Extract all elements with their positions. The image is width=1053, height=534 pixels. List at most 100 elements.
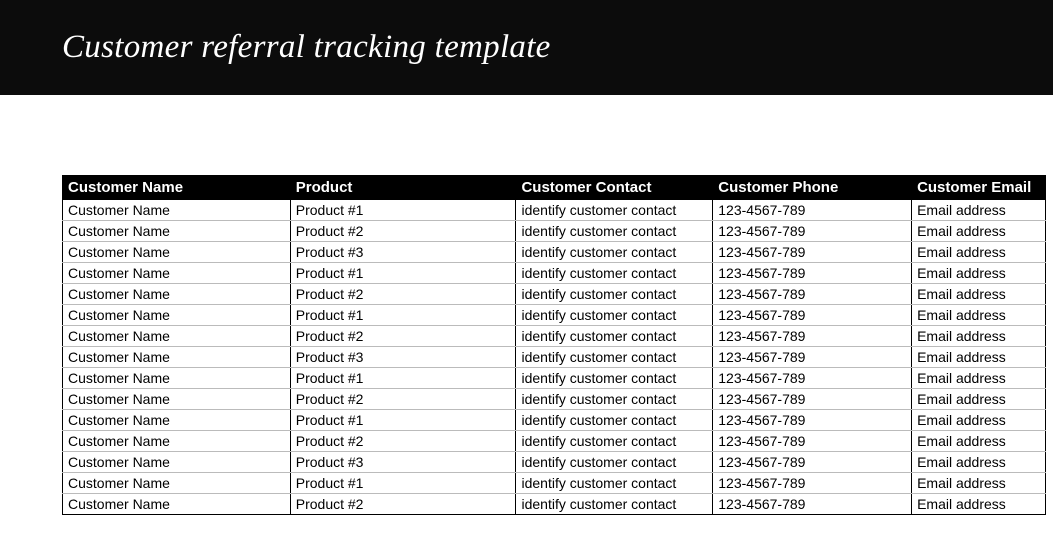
- cell-phone: 123-4567-789: [713, 200, 912, 221]
- table-row: Customer NameProduct #2identify customer…: [63, 431, 1046, 452]
- cell-name: Customer Name: [63, 368, 291, 389]
- cell-contact: identify customer contact: [516, 200, 713, 221]
- cell-product: Product #3: [290, 452, 516, 473]
- table-header-row: Customer Name Product Customer Contact C…: [63, 176, 1046, 200]
- cell-name: Customer Name: [63, 284, 291, 305]
- cell-product: Product #1: [290, 473, 516, 494]
- table-row: Customer NameProduct #1identify customer…: [63, 200, 1046, 221]
- cell-product: Product #2: [290, 284, 516, 305]
- cell-email: Email address: [912, 305, 1046, 326]
- cell-contact: identify customer contact: [516, 452, 713, 473]
- cell-name: Customer Name: [63, 494, 291, 515]
- cell-name: Customer Name: [63, 431, 291, 452]
- cell-product: Product #2: [290, 221, 516, 242]
- cell-name: Customer Name: [63, 347, 291, 368]
- referral-table: Customer Name Product Customer Contact C…: [62, 175, 1046, 515]
- cell-phone: 123-4567-789: [713, 242, 912, 263]
- cell-contact: identify customer contact: [516, 473, 713, 494]
- cell-product: Product #2: [290, 431, 516, 452]
- cell-product: Product #1: [290, 410, 516, 431]
- cell-name: Customer Name: [63, 305, 291, 326]
- cell-phone: 123-4567-789: [713, 347, 912, 368]
- table-container: Customer Name Product Customer Contact C…: [0, 95, 1053, 515]
- cell-product: Product #3: [290, 347, 516, 368]
- col-header-phone: Customer Phone: [713, 176, 912, 200]
- cell-name: Customer Name: [63, 326, 291, 347]
- cell-phone: 123-4567-789: [713, 326, 912, 347]
- table-row: Customer NameProduct #2identify customer…: [63, 284, 1046, 305]
- cell-phone: 123-4567-789: [713, 221, 912, 242]
- cell-contact: identify customer contact: [516, 431, 713, 452]
- col-header-email: Customer Email: [912, 176, 1046, 200]
- cell-contact: identify customer contact: [516, 242, 713, 263]
- cell-name: Customer Name: [63, 452, 291, 473]
- cell-email: Email address: [912, 284, 1046, 305]
- cell-email: Email address: [912, 326, 1046, 347]
- cell-email: Email address: [912, 452, 1046, 473]
- table-row: Customer NameProduct #1identify customer…: [63, 473, 1046, 494]
- cell-product: Product #1: [290, 368, 516, 389]
- cell-contact: identify customer contact: [516, 263, 713, 284]
- cell-name: Customer Name: [63, 242, 291, 263]
- cell-phone: 123-4567-789: [713, 284, 912, 305]
- cell-email: Email address: [912, 347, 1046, 368]
- cell-phone: 123-4567-789: [713, 494, 912, 515]
- cell-email: Email address: [912, 431, 1046, 452]
- cell-phone: 123-4567-789: [713, 431, 912, 452]
- cell-email: Email address: [912, 410, 1046, 431]
- cell-product: Product #1: [290, 305, 516, 326]
- cell-email: Email address: [912, 494, 1046, 515]
- table-row: Customer NameProduct #1identify customer…: [63, 263, 1046, 284]
- cell-phone: 123-4567-789: [713, 473, 912, 494]
- cell-email: Email address: [912, 473, 1046, 494]
- cell-contact: identify customer contact: [516, 305, 713, 326]
- cell-name: Customer Name: [63, 221, 291, 242]
- cell-name: Customer Name: [63, 389, 291, 410]
- col-header-product: Product: [290, 176, 516, 200]
- col-header-name: Customer Name: [63, 176, 291, 200]
- cell-phone: 123-4567-789: [713, 263, 912, 284]
- cell-contact: identify customer contact: [516, 368, 713, 389]
- cell-contact: identify customer contact: [516, 221, 713, 242]
- cell-product: Product #2: [290, 389, 516, 410]
- cell-email: Email address: [912, 263, 1046, 284]
- cell-contact: identify customer contact: [516, 326, 713, 347]
- page-title: Customer referral tracking template: [62, 29, 551, 66]
- cell-product: Product #2: [290, 494, 516, 515]
- cell-name: Customer Name: [63, 410, 291, 431]
- cell-contact: identify customer contact: [516, 494, 713, 515]
- cell-phone: 123-4567-789: [713, 389, 912, 410]
- cell-phone: 123-4567-789: [713, 368, 912, 389]
- table-row: Customer NameProduct #3identify customer…: [63, 242, 1046, 263]
- cell-product: Product #1: [290, 263, 516, 284]
- table-row: Customer NameProduct #1identify customer…: [63, 368, 1046, 389]
- table-row: Customer NameProduct #2identify customer…: [63, 326, 1046, 347]
- cell-product: Product #3: [290, 242, 516, 263]
- cell-contact: identify customer contact: [516, 389, 713, 410]
- table-row: Customer NameProduct #2identify customer…: [63, 494, 1046, 515]
- cell-product: Product #1: [290, 200, 516, 221]
- cell-email: Email address: [912, 368, 1046, 389]
- cell-contact: identify customer contact: [516, 347, 713, 368]
- table-row: Customer NameProduct #2identify customer…: [63, 389, 1046, 410]
- col-header-contact: Customer Contact: [516, 176, 713, 200]
- table-row: Customer NameProduct #3identify customer…: [63, 347, 1046, 368]
- cell-name: Customer Name: [63, 200, 291, 221]
- cell-email: Email address: [912, 389, 1046, 410]
- cell-contact: identify customer contact: [516, 410, 713, 431]
- cell-email: Email address: [912, 221, 1046, 242]
- cell-name: Customer Name: [63, 263, 291, 284]
- cell-name: Customer Name: [63, 473, 291, 494]
- cell-email: Email address: [912, 242, 1046, 263]
- cell-phone: 123-4567-789: [713, 410, 912, 431]
- table-row: Customer NameProduct #1identify customer…: [63, 410, 1046, 431]
- cell-product: Product #2: [290, 326, 516, 347]
- cell-phone: 123-4567-789: [713, 452, 912, 473]
- cell-phone: 123-4567-789: [713, 305, 912, 326]
- cell-email: Email address: [912, 200, 1046, 221]
- table-row: Customer NameProduct #3identify customer…: [63, 452, 1046, 473]
- table-row: Customer NameProduct #2identify customer…: [63, 221, 1046, 242]
- table-row: Customer NameProduct #1identify customer…: [63, 305, 1046, 326]
- cell-contact: identify customer contact: [516, 284, 713, 305]
- header-banner: Customer referral tracking template: [0, 0, 1053, 95]
